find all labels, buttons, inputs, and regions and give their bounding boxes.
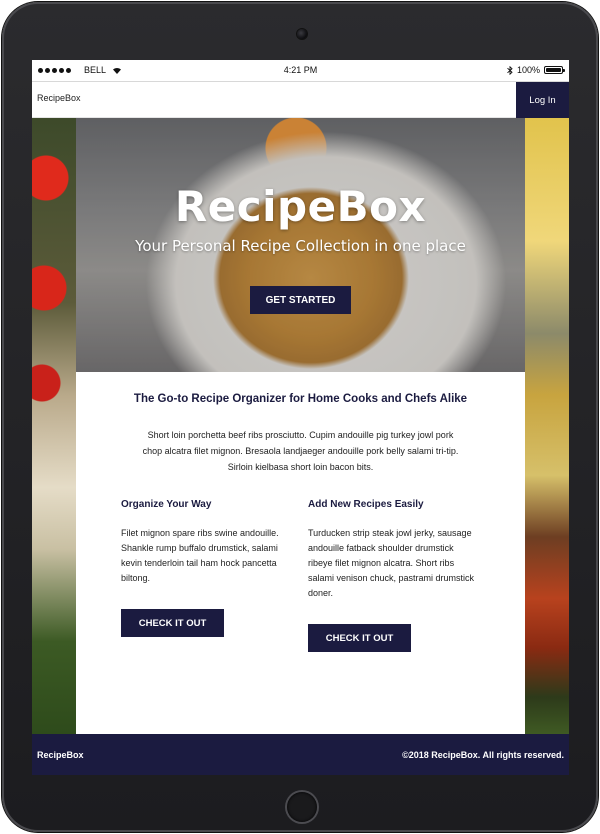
copyright-text: ©2018 RecipeBox. All rights reserved. <box>402 750 564 760</box>
login-button[interactable]: Log In <box>516 82 569 118</box>
top-navbar: RecipeBox Log In <box>32 82 569 118</box>
check-it-out-button[interactable]: CHECK IT OUT <box>121 609 224 637</box>
feature-add-recipes: Add New Recipes Easily Turducken strip s… <box>308 499 480 601</box>
check-it-out-button[interactable]: CHECK IT OUT <box>308 624 411 652</box>
bluetooth-icon <box>507 65 513 75</box>
section-heading: The Go-to Recipe Organizer for Home Cook… <box>133 393 468 405</box>
battery-percent: 100% <box>516 65 540 75</box>
home-button[interactable] <box>287 792 317 822</box>
get-started-button[interactable]: GET STARTED <box>250 286 351 314</box>
background-vegetables-image <box>32 118 76 734</box>
feature-organize: Organize Your Way Filet mignon spare rib… <box>121 499 293 586</box>
front-camera <box>297 29 307 39</box>
feature-title: Organize Your Way <box>121 499 212 510</box>
status-bar: BELL 4:21 PM 100% <box>32 60 569 82</box>
feature-text: Turducken strip steak jowl jerky, sausag… <box>308 528 475 598</box>
screen: BELL 4:21 PM 100% RecipeBox Log In Recip… <box>32 60 569 775</box>
status-right: 100% <box>507 65 565 75</box>
feature-title: Add New Recipes Easily <box>308 499 424 510</box>
hero-subtitle: Your Personal Recipe Collection in one p… <box>135 237 466 255</box>
hero-title: RecipeBox <box>174 182 427 231</box>
intro-paragraph: Short loin porchetta beef ribs prosciutt… <box>142 430 459 472</box>
footer: RecipeBox ©2018 RecipeBox. All rights re… <box>32 734 569 775</box>
battery-level <box>546 68 561 72</box>
footer-brand[interactable]: RecipeBox <box>37 750 84 760</box>
feature-text: Filet mignon spare ribs swine andouille.… <box>121 528 279 583</box>
content-card: The Go-to Recipe Organizer for Home Cook… <box>76 372 525 734</box>
clock: 4:21 PM <box>283 65 318 75</box>
background-spices-image <box>525 118 569 734</box>
brand-link[interactable]: RecipeBox <box>37 93 81 103</box>
hero-section: RecipeBox Your Personal Recipe Collectio… <box>76 118 525 372</box>
battery-icon <box>544 66 565 74</box>
